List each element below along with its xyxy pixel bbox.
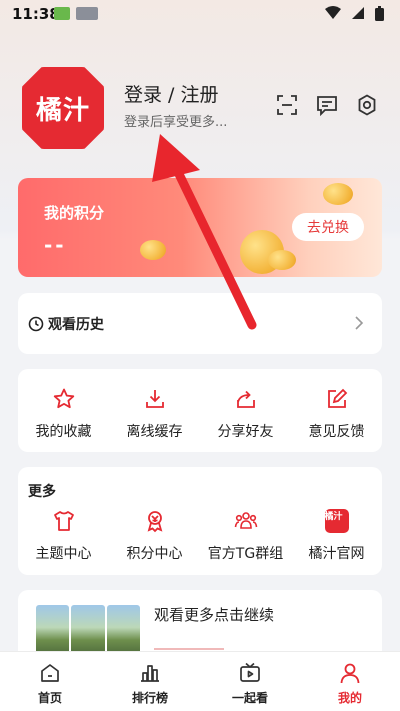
tshirt-icon bbox=[53, 511, 74, 531]
video-thumbnail[interactable] bbox=[106, 605, 140, 655]
feedback-edit-icon bbox=[327, 388, 347, 408]
tab-home[interactable]: 首页 bbox=[0, 652, 100, 711]
exchange-button[interactable]: 去兑换 bbox=[292, 213, 364, 241]
favorites-button[interactable]: 我的收藏 bbox=[18, 387, 109, 441]
tab-watch-together-label: 一起看 bbox=[231, 691, 268, 705]
points-value: -- bbox=[44, 233, 67, 257]
tab-mine[interactable]: 我的 bbox=[300, 652, 400, 711]
ranking-icon bbox=[141, 665, 159, 682]
video-thumbnail[interactable] bbox=[36, 605, 70, 655]
offline-cache-button[interactable]: 离线缓存 bbox=[109, 387, 200, 441]
tab-home-label: 首页 bbox=[37, 691, 62, 705]
watch-history-row[interactable]: 观看历史 bbox=[18, 293, 382, 354]
points-center-label: 积分中心 bbox=[126, 546, 183, 562]
logo-text: 橘汁 bbox=[35, 95, 90, 126]
continue-watching-text: 观看更多点击继续 bbox=[154, 606, 275, 624]
battery-icon bbox=[375, 6, 384, 21]
watch-history-label: 观看历史 bbox=[48, 317, 104, 333]
share-friends-label: 分享好友 bbox=[217, 424, 274, 440]
video-thumbnail[interactable] bbox=[71, 605, 105, 655]
share-icon bbox=[236, 390, 255, 408]
wifi-icon bbox=[325, 6, 341, 19]
thumbnail-strip bbox=[36, 605, 140, 655]
status-time: 11:38 bbox=[12, 5, 60, 23]
tab-watch-together[interactable]: 一起看 bbox=[200, 652, 300, 711]
tab-mine-label: 我的 bbox=[337, 691, 362, 705]
login-subtitle: 登录后享受更多... bbox=[124, 115, 228, 130]
settings-icon[interactable] bbox=[356, 94, 378, 116]
bottom-tab-bar: 首页 排行榜 一起看 我的 bbox=[0, 651, 400, 711]
feedback-button[interactable]: 意见反馈 bbox=[291, 387, 382, 441]
official-site-label: 橘汁官网 bbox=[308, 546, 365, 562]
download-icon bbox=[145, 390, 164, 408]
feedback-label: 意见反馈 bbox=[308, 424, 365, 440]
theme-center-button[interactable]: 主题中心 bbox=[18, 509, 109, 563]
person-icon bbox=[340, 663, 360, 684]
tg-group-label: 官方TG群组 bbox=[207, 546, 284, 562]
star-icon bbox=[53, 388, 74, 409]
home-icon bbox=[41, 664, 59, 682]
tab-ranking[interactable]: 排行榜 bbox=[100, 652, 200, 711]
hms-icon bbox=[76, 7, 98, 20]
medal-icon bbox=[147, 511, 162, 533]
points-card[interactable]: 我的积分 -- 去兑换 bbox=[18, 178, 382, 277]
message-icon[interactable] bbox=[316, 94, 338, 117]
coin-decoration bbox=[323, 183, 353, 205]
quick-actions-card: 我的收藏 离线缓存 分享好友 意见反馈 bbox=[18, 369, 382, 452]
more-card: 更多 主题中心 积分中心 官方TG群组 橘汁 橘汁官网 bbox=[18, 467, 382, 575]
tab-ranking-label: 排行榜 bbox=[131, 691, 168, 705]
tg-group-button[interactable]: 官方TG群组 bbox=[200, 509, 291, 563]
app-notification-icon bbox=[54, 7, 70, 20]
share-friends-button[interactable]: 分享好友 bbox=[200, 387, 291, 441]
points-title: 我的积分 bbox=[44, 204, 105, 222]
tv-icon bbox=[240, 662, 260, 682]
coin-decoration bbox=[268, 250, 296, 270]
official-site-button[interactable]: 橘汁 橘汁官网 bbox=[291, 509, 382, 563]
scan-icon[interactable] bbox=[276, 94, 298, 116]
offline-cache-label: 离线缓存 bbox=[126, 424, 183, 440]
header-actions bbox=[276, 94, 378, 117]
more-title: 更多 bbox=[28, 484, 56, 500]
profile-header: 橘汁 登录 / 注册 登录后享受更多... bbox=[22, 67, 378, 149]
brand-icon: 橘汁 bbox=[324, 509, 349, 533]
points-center-button[interactable]: 积分中心 bbox=[109, 509, 200, 563]
signal-icon bbox=[352, 7, 364, 19]
continue-button-edge bbox=[154, 648, 224, 650]
favorites-label: 我的收藏 bbox=[35, 424, 92, 440]
group-icon bbox=[234, 512, 257, 529]
theme-center-label: 主题中心 bbox=[35, 546, 92, 562]
login-register-link[interactable]: 登录 / 注册 bbox=[124, 80, 218, 107]
status-bar: 11:38 bbox=[0, 0, 400, 28]
clock-icon bbox=[28, 316, 44, 332]
chevron-right-icon bbox=[355, 316, 364, 330]
coin-decoration bbox=[140, 240, 166, 260]
status-right-icons bbox=[325, 6, 384, 21]
app-logo[interactable]: 橘汁 bbox=[22, 67, 104, 149]
